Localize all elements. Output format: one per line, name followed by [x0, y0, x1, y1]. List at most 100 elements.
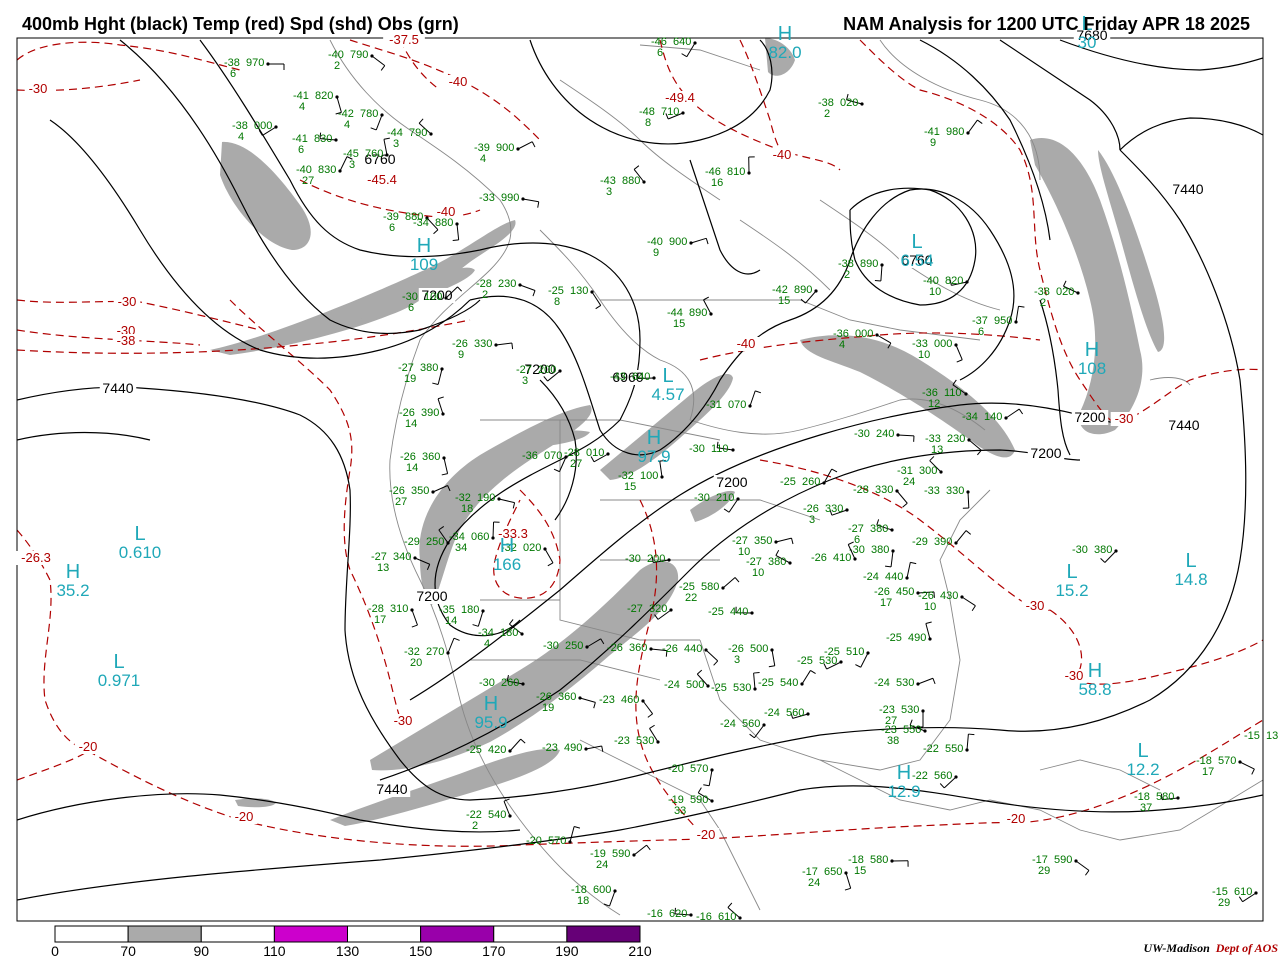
legend-swatch [347, 925, 422, 943]
wind-barb [642, 700, 654, 715]
wind-barb-flag [705, 238, 709, 245]
station-plot: -38 0202 [818, 93, 864, 120]
station-height: 430 [940, 590, 958, 602]
station-plot: -23 530 [614, 724, 660, 747]
station-dewpoint-depression: 9 [653, 247, 659, 259]
station-dot [753, 687, 757, 691]
station-temperature: -30 [479, 677, 495, 689]
wind-barb [1239, 761, 1255, 770]
station-height: 010 [586, 447, 604, 459]
station-dot [481, 609, 485, 613]
station-height: 610 [1234, 886, 1252, 898]
station-height: 570 [548, 835, 566, 847]
station-temperature: -33 [924, 485, 940, 497]
station-plot: -19 59024 [590, 844, 651, 871]
wind-barb [961, 596, 976, 607]
station-plot: -40 7902 [328, 49, 386, 72]
station-dot [543, 547, 547, 551]
station-height: 390 [421, 407, 439, 419]
station-dot [923, 729, 927, 733]
station-height: 230 [498, 278, 516, 290]
wind-barb-flag [932, 678, 936, 685]
station-plot: -26 3303 [803, 503, 849, 526]
station-plot: -39 9004 [474, 141, 536, 165]
station-temperature: -30 [543, 640, 559, 652]
wind-barb [569, 826, 575, 843]
wind-barb [447, 637, 455, 654]
station-plot: -35 18014 [439, 604, 485, 627]
wind-barb [801, 670, 811, 685]
station-height: 590 [612, 848, 630, 860]
station-temperature: -29 [912, 536, 928, 548]
station-height: 340 [393, 551, 411, 563]
station-dot [1176, 796, 1180, 800]
station-height: 890 [794, 284, 812, 296]
speed-center: H82.0 [768, 23, 801, 62]
wind-barb-flag [713, 660, 719, 666]
station-dewpoint-depression: 17 [1202, 766, 1214, 778]
temperature-contour-label: -30 [1026, 598, 1045, 613]
station-temperature: -25 [886, 632, 902, 644]
station-plot: -26 440 [662, 643, 719, 666]
speed-center: H58.8 [1078, 660, 1111, 699]
station-temperature: -34 [413, 217, 429, 229]
station-height: 570 [690, 763, 708, 775]
station-dot [431, 490, 435, 494]
temperature-contour-label: -30 [118, 294, 137, 309]
station-height: 100 [424, 291, 442, 303]
station-dot [652, 376, 656, 380]
station-height: 500 [750, 643, 768, 655]
station-dot [274, 125, 278, 129]
station-height: 540 [488, 809, 506, 821]
station-dot [748, 404, 752, 408]
station-height: 070 [544, 450, 562, 462]
center-value: 166 [493, 555, 521, 574]
wind-barb-flag [885, 565, 892, 568]
station-dot [916, 682, 920, 686]
station-dot [890, 528, 894, 532]
station-height: 260 [802, 476, 820, 488]
wind-barb-flag [543, 376, 548, 382]
wind-barb-flag [910, 561, 917, 565]
temperature-contour-label: -45.4 [367, 172, 397, 187]
station-dewpoint-depression: 3 [393, 138, 399, 150]
station-height: 180 [500, 627, 518, 639]
wind-barb [925, 623, 931, 640]
station-height: 560 [742, 718, 760, 730]
station-temperature: -22 [912, 770, 928, 782]
station-dewpoint-depression: 27 [570, 458, 582, 470]
station-height: 570 [1218, 755, 1236, 767]
credit-org: UW-Madison [1143, 941, 1210, 955]
station-dot [709, 312, 713, 316]
station-height: 380 [420, 362, 438, 374]
station-plot: -44 89015 [667, 296, 713, 330]
station-temperature: -20 [668, 763, 684, 775]
center-value: 58.8 [1078, 680, 1111, 699]
station-plot: -18 58015 [848, 854, 909, 877]
station-height: 13 [1266, 730, 1278, 742]
station-dot [750, 611, 754, 615]
station-dewpoint-depression: 4 [299, 101, 305, 113]
station-dot [649, 647, 653, 651]
station-plot: -20 570 [526, 826, 581, 847]
height-contour-label: 7200 [1030, 445, 1061, 461]
station-dot [954, 541, 958, 545]
station-temperature: -25 [708, 606, 724, 618]
station-dewpoint-depression: 6 [389, 222, 395, 234]
station-dewpoint-depression: 2 [334, 60, 340, 72]
station-dewpoint-depression: 27 [302, 175, 314, 187]
station-dewpoint-depression: 3 [734, 654, 740, 666]
station-height: 550 [903, 724, 921, 736]
wind-barb-flag [939, 783, 945, 789]
station-dewpoint-depression: 27 [395, 496, 407, 508]
wind-barb [690, 237, 707, 244]
station-dot [710, 799, 714, 803]
station-dot [736, 497, 740, 501]
station-dot [1076, 291, 1080, 295]
wind-barb [443, 457, 449, 474]
station-height: 230 [947, 433, 965, 445]
station-dot [656, 740, 660, 744]
temperature-contour-label: -40 [773, 147, 792, 162]
station-plot: -31 30024 [897, 456, 943, 488]
wind-barb-flag [553, 468, 560, 473]
